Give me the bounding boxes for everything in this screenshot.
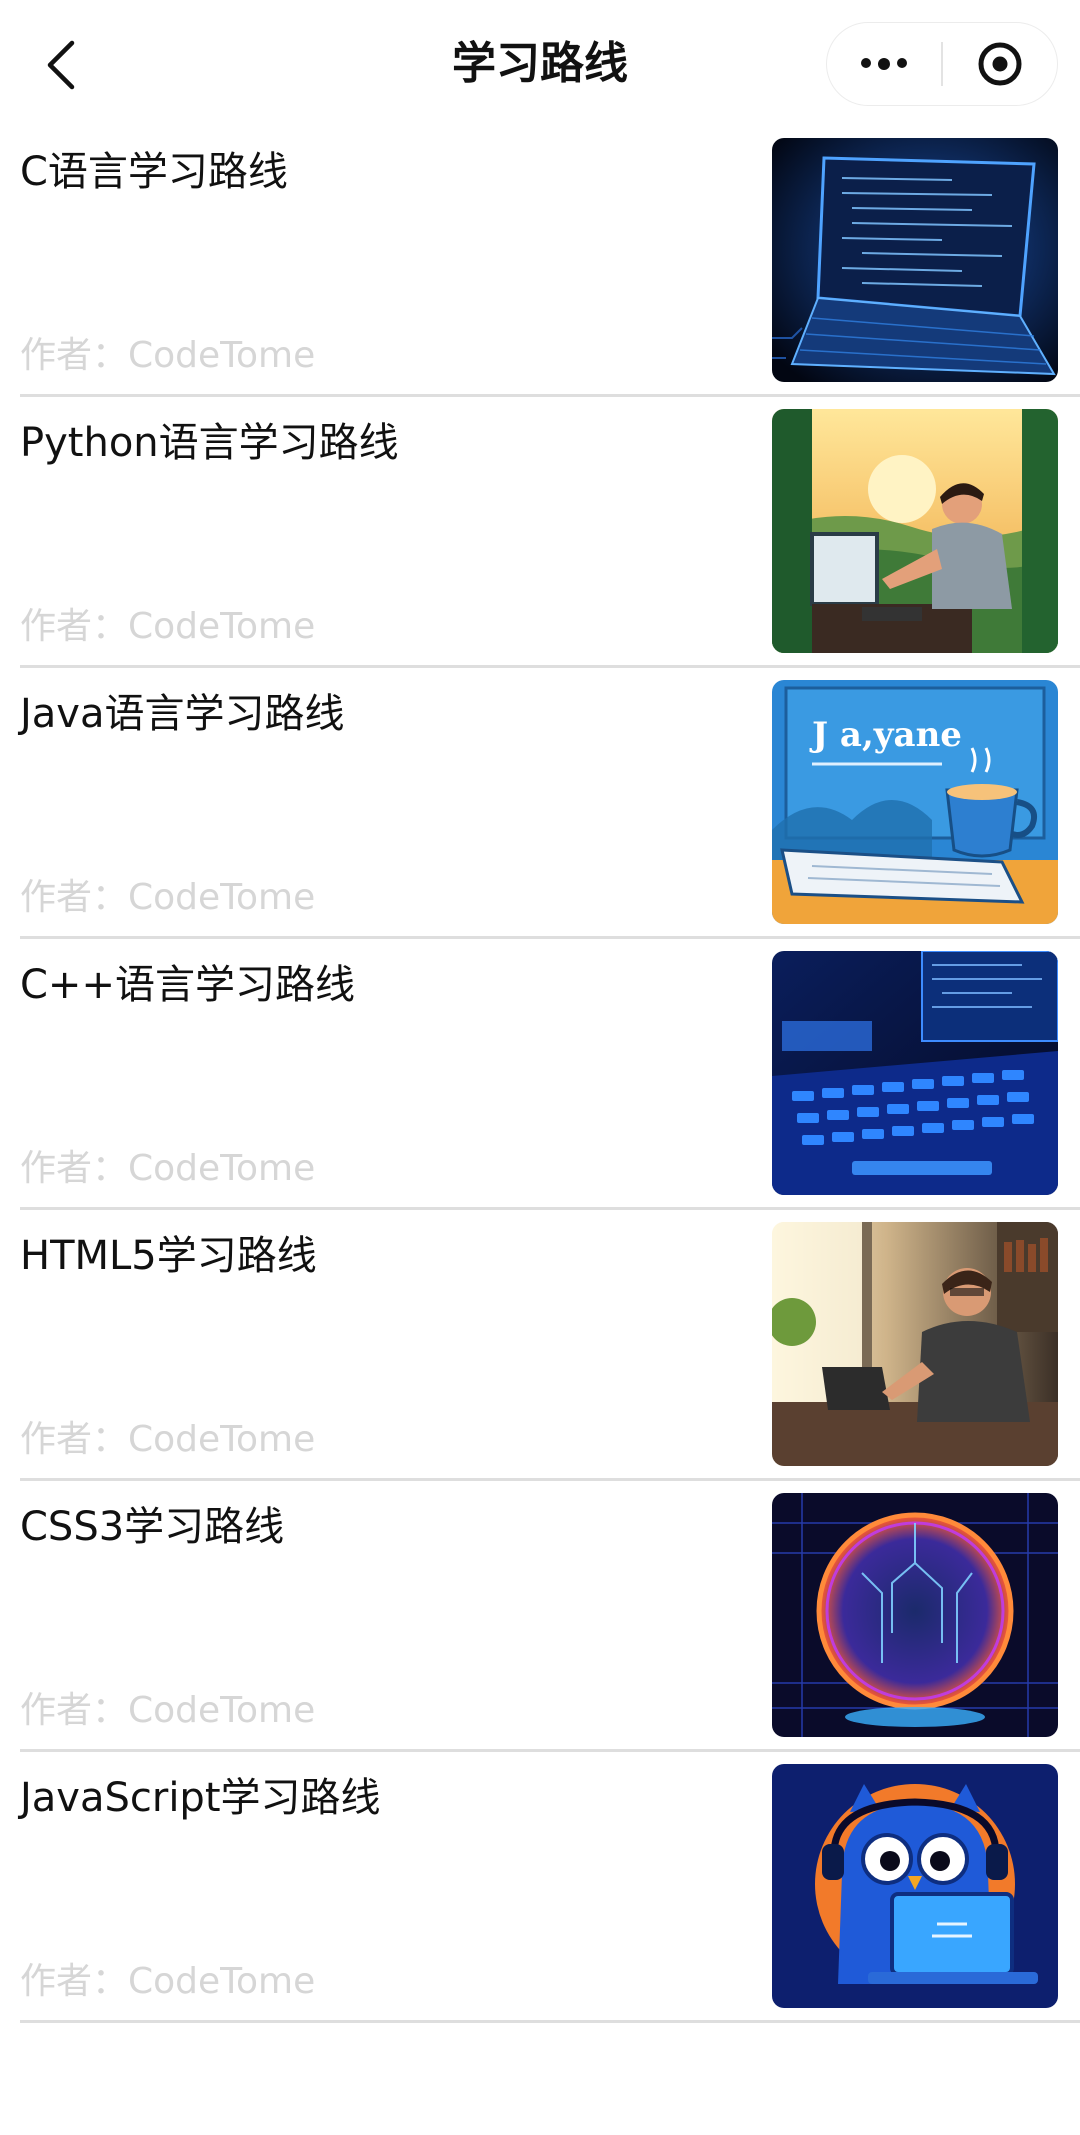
item-title: JavaScript学习路线 xyxy=(20,1775,381,1821)
list-item[interactable]: HTML5学习路线 作者：CodeTome xyxy=(0,1220,1080,1491)
item-divider xyxy=(20,1749,1080,1752)
nav-bar: 学习路线 xyxy=(0,0,1080,130)
mini-program-capsule xyxy=(826,22,1058,106)
item-author: 作者：CodeTome xyxy=(20,1148,316,1189)
list-item[interactable]: CSS3学习路线 作者：CodeTome xyxy=(0,1491,1080,1762)
item-author: 作者：CodeTome xyxy=(20,335,316,376)
item-author: 作者：CodeTome xyxy=(20,877,316,918)
item-author: 作者：CodeTome xyxy=(20,1690,316,1731)
more-dots-icon xyxy=(861,58,908,70)
item-divider xyxy=(20,665,1080,668)
item-title: Python语言学习路线 xyxy=(20,420,399,466)
item-title: HTML5学习路线 xyxy=(20,1233,317,1279)
image-caption: J a,yane xyxy=(809,715,962,755)
cover-image xyxy=(772,1222,1058,1466)
item-title: C++语言学习路线 xyxy=(20,962,355,1008)
list-item[interactable]: C++语言学习路线 作者：CodeTome xyxy=(0,949,1080,1220)
learning-path-list: C语言学习路线 作者：CodeTome Python语言学习路线 作者：Code… xyxy=(0,136,1080,2033)
list-item[interactable]: Python语言学习路线 作者：CodeTome xyxy=(0,407,1080,678)
item-divider xyxy=(20,936,1080,939)
item-divider xyxy=(20,394,1080,397)
cover-image xyxy=(772,1493,1058,1737)
list-item[interactable]: JavaScript学习路线 作者：CodeTome xyxy=(0,1762,1080,2033)
cover-image: J a,yane xyxy=(772,680,1058,924)
item-author: 作者：CodeTome xyxy=(20,1961,316,2002)
page: 学习路线 C语言学习路线 作者：CodeTome Python语言学习路线 作者… xyxy=(0,0,1080,2135)
item-author: 作者：CodeTome xyxy=(20,1419,316,1460)
item-author: 作者：CodeTome xyxy=(20,606,316,647)
item-divider xyxy=(20,1478,1080,1481)
item-title: Java语言学习路线 xyxy=(20,691,345,737)
item-title: C语言学习路线 xyxy=(20,149,288,195)
close-button[interactable] xyxy=(943,22,1057,106)
item-divider xyxy=(20,2020,1080,2023)
cover-image xyxy=(772,951,1058,1195)
more-button[interactable] xyxy=(827,22,941,106)
cover-image xyxy=(772,1764,1058,2008)
target-close-icon xyxy=(978,42,1022,86)
cover-image xyxy=(772,138,1058,382)
list-item[interactable]: C语言学习路线 作者：CodeTome xyxy=(0,136,1080,407)
list-item[interactable]: Java语言学习路线 作者：CodeTome J a,yane xyxy=(0,678,1080,949)
cover-image xyxy=(772,409,1058,653)
item-title: CSS3学习路线 xyxy=(20,1504,285,1550)
item-divider xyxy=(20,1207,1080,1210)
